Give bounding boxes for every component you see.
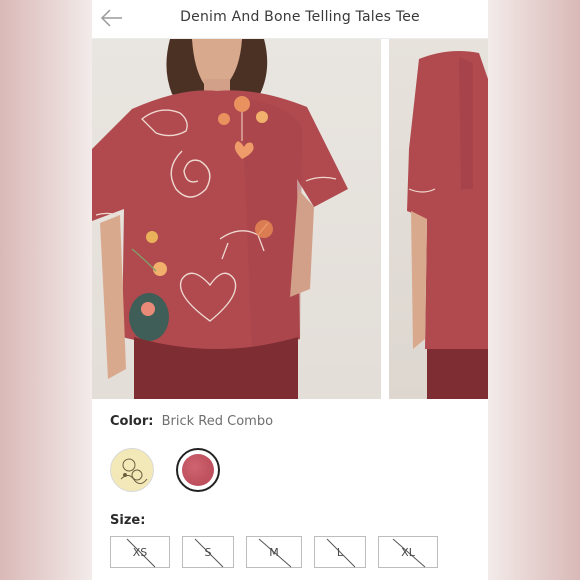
floral-pattern-icon: [120, 458, 148, 485]
product-page: Denim And Bone Telling Tales Tee Color: …: [92, 0, 488, 580]
cream-swatch[interactable]: [110, 448, 154, 492]
model-side-illustration: [407, 51, 488, 399]
model-front-illustration: [92, 39, 348, 399]
page-title: Denim And Bone Telling Tales Tee: [180, 9, 420, 25]
size-option-label: XL: [401, 546, 415, 559]
size-option-label: XS: [132, 546, 148, 559]
selected-color-name: Brick Red Combo: [161, 414, 274, 429]
size-options: XS S M L XL: [110, 536, 480, 570]
size-option-label: L: [336, 546, 344, 559]
brick-red-swatch-fill: [182, 454, 214, 486]
color-selector-label: Color: Brick Red Combo: [110, 414, 273, 429]
front-view-photo[interactable]: [92, 39, 381, 399]
size-option-m[interactable]: M: [246, 536, 302, 568]
size-option-l[interactable]: L: [314, 536, 366, 568]
top-bar: Denim And Bone Telling Tales Tee: [92, 0, 488, 39]
size-option-s[interactable]: S: [182, 536, 234, 568]
size-option-xs[interactable]: XS: [110, 536, 170, 568]
brick-red-swatch[interactable]: [176, 448, 220, 492]
image-gallery[interactable]: [92, 39, 488, 399]
size-option-xl[interactable]: XL: [378, 536, 438, 568]
size-option-label: M: [269, 546, 279, 559]
color-label: Color:: [110, 414, 154, 429]
side-view-photo[interactable]: [389, 39, 488, 399]
size-label: Size:: [110, 513, 146, 528]
arrow-left-icon[interactable]: [100, 8, 124, 28]
gallery-divider: [381, 39, 389, 399]
size-option-label: S: [204, 546, 212, 559]
